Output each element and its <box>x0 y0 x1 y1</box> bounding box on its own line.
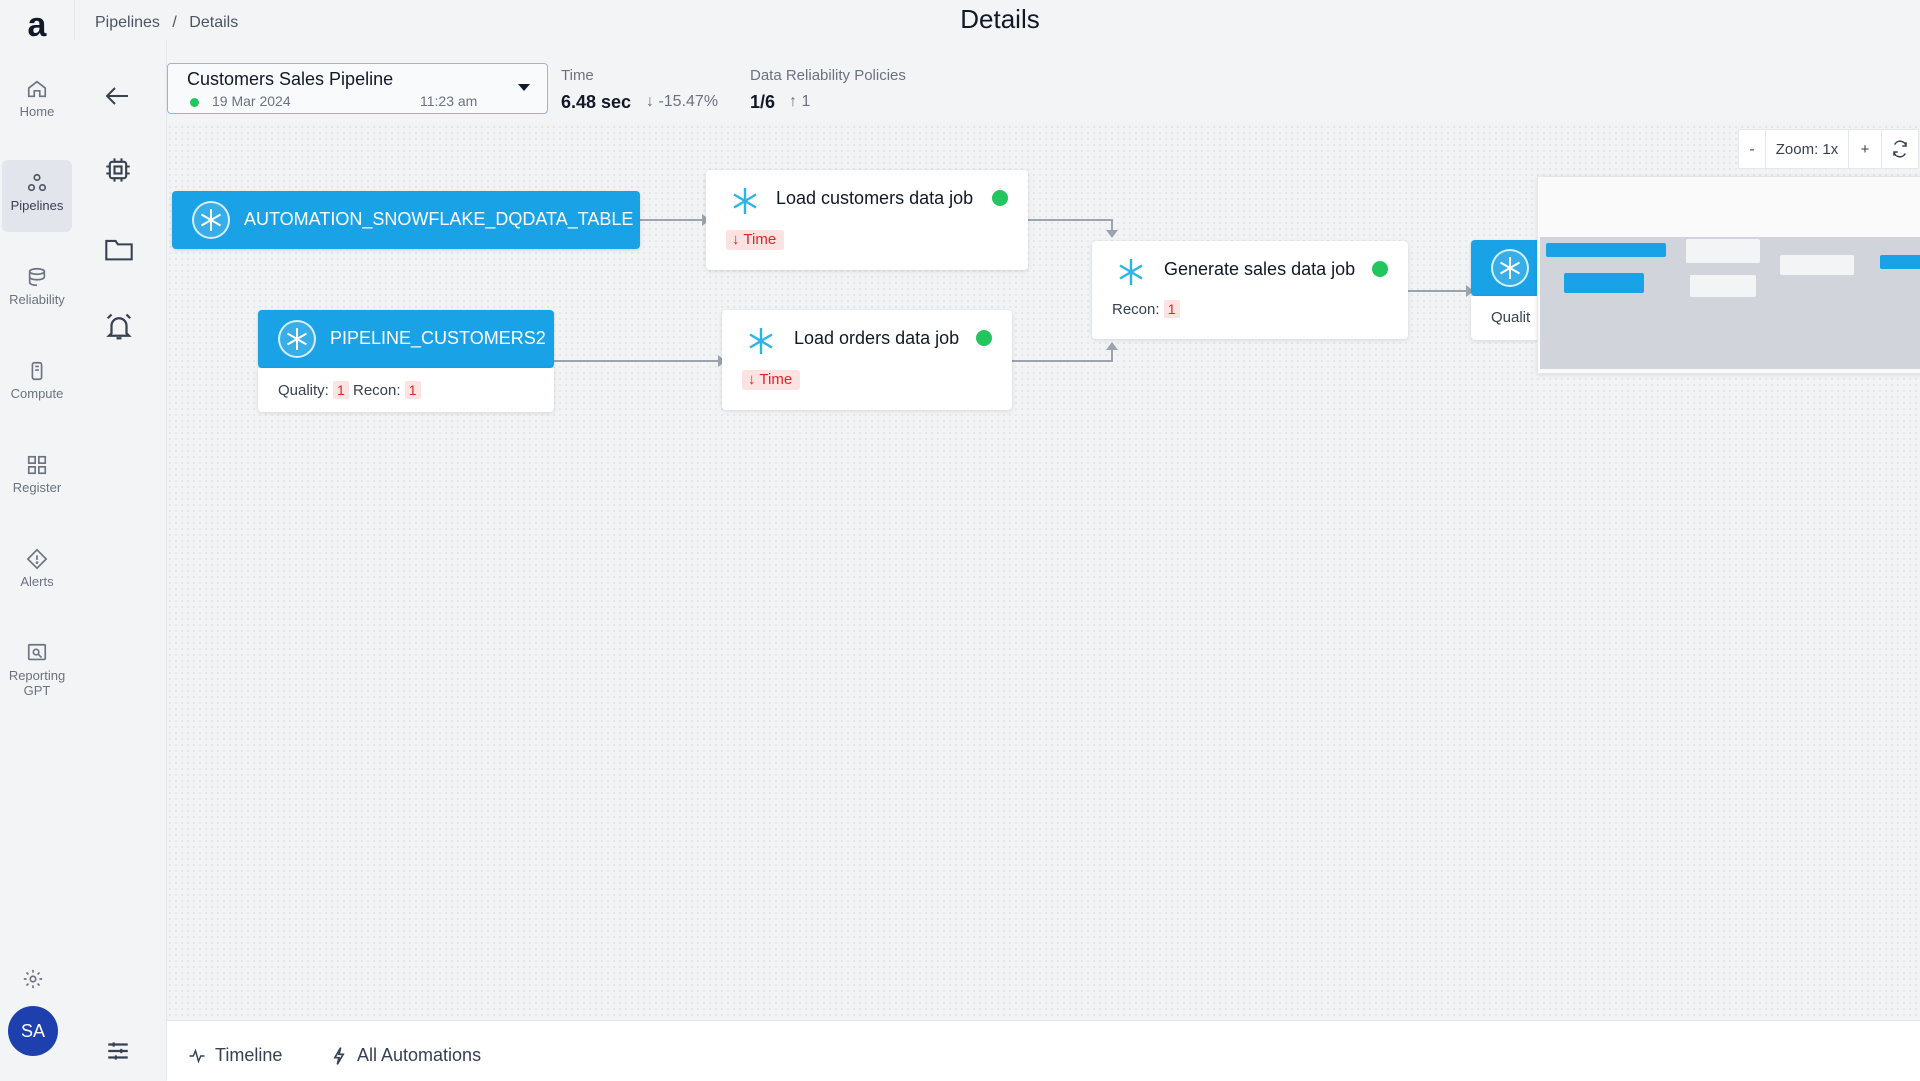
node-job-load-orders[interactable]: Load orders data job ↓ Time <box>722 310 1012 410</box>
recon-label: Recon: <box>1112 301 1160 318</box>
node-job2-label: Load orders data job <box>794 328 960 348</box>
bottom-bar: Timeline All Automations <box>167 1020 1920 1081</box>
quality-count: 1 <box>333 381 349 399</box>
timeline-tab[interactable]: Timeline <box>187 1045 282 1066</box>
node-job-generate-sales[interactable]: Generate sales data job Recon: 1 <box>1092 241 1408 339</box>
node-table-pipeline-customers2[interactable]: PIPELINE_CUSTOMERS2 <box>258 310 554 368</box>
arrowhead <box>1106 342 1118 350</box>
node-table-automation-snowflake[interactable]: AUTOMATION_SNOWFLAKE_DQDATA_TABLE <box>172 191 640 249</box>
recon-count: 1 <box>1163 300 1180 318</box>
node-job3-label: Generate sales data job <box>1164 259 1356 279</box>
automations-label: All Automations <box>357 1045 482 1065</box>
snowflake-icon <box>278 320 316 358</box>
node-job1-label: Load customers data job <box>776 188 974 208</box>
success-check-icon <box>992 190 1008 206</box>
time-alert-chip: ↓ Time <box>726 230 785 250</box>
time-chip-label: Time <box>743 231 777 248</box>
node-table1-label: AUTOMATION_SNOWFLAKE_DQDATA_TABLE <box>244 209 634 229</box>
zoom-level: Zoom: 1x <box>1766 130 1849 168</box>
node-job-load-customers[interactable]: Load customers data job ↓ Time <box>706 170 1028 270</box>
edge-job2-job3 <box>1012 350 1113 362</box>
node-table2-label: PIPELINE_CUSTOMERS2 <box>330 328 546 348</box>
minimap-node <box>1780 255 1854 275</box>
lightning-icon <box>333 1046 345 1065</box>
timeline-label: Timeline <box>215 1045 283 1065</box>
node-table2-policies: Quality: 1 Recon: 1 <box>258 368 554 412</box>
edge-job1-job3 <box>1028 219 1113 230</box>
arrow-down-icon: ↓ <box>748 371 756 388</box>
success-check-icon <box>976 330 992 346</box>
success-check-icon <box>1372 261 1388 277</box>
zoom-controls: - Zoom: 1x + <box>1738 129 1919 169</box>
all-automations-tab[interactable]: All Automations <box>331 1045 481 1066</box>
activity-icon <box>189 1048 205 1063</box>
minimap-node <box>1690 275 1756 297</box>
refresh-button[interactable] <box>1882 130 1918 168</box>
time-alert-chip: ↓ Time <box>742 370 801 390</box>
arrow-down-icon: ↓ <box>732 231 740 248</box>
policy-counts: Quality: 1 Recon: 1 <box>278 381 421 399</box>
snowflake-icon <box>192 201 230 239</box>
snowflake-icon <box>1491 249 1529 287</box>
minimap-node <box>1880 255 1920 269</box>
minimap[interactable] <box>1537 176 1920 374</box>
zoom-out-button[interactable]: - <box>1739 130 1766 168</box>
recon-label: Recon: <box>353 382 401 399</box>
snowflake-icon <box>1119 259 1143 285</box>
zoom-in-button[interactable]: + <box>1849 130 1882 168</box>
minimap-node <box>1686 239 1760 263</box>
minimap-node <box>1546 243 1666 257</box>
snowflake-icon <box>749 328 773 354</box>
minimap-node <box>1564 273 1644 293</box>
recon-count: 1 <box>404 381 421 399</box>
time-chip-label: Time <box>759 371 793 388</box>
arrowhead <box>1106 230 1118 238</box>
refresh-icon <box>1893 140 1907 158</box>
recon-counts: Recon: 1 <box>1112 300 1180 318</box>
minimap-viewport[interactable] <box>1540 237 1920 369</box>
snowflake-icon <box>733 188 757 214</box>
connector-lines <box>554 214 1474 367</box>
partial-quality-label: Qualit <box>1491 309 1531 326</box>
quality-label: Quality: <box>278 382 329 399</box>
